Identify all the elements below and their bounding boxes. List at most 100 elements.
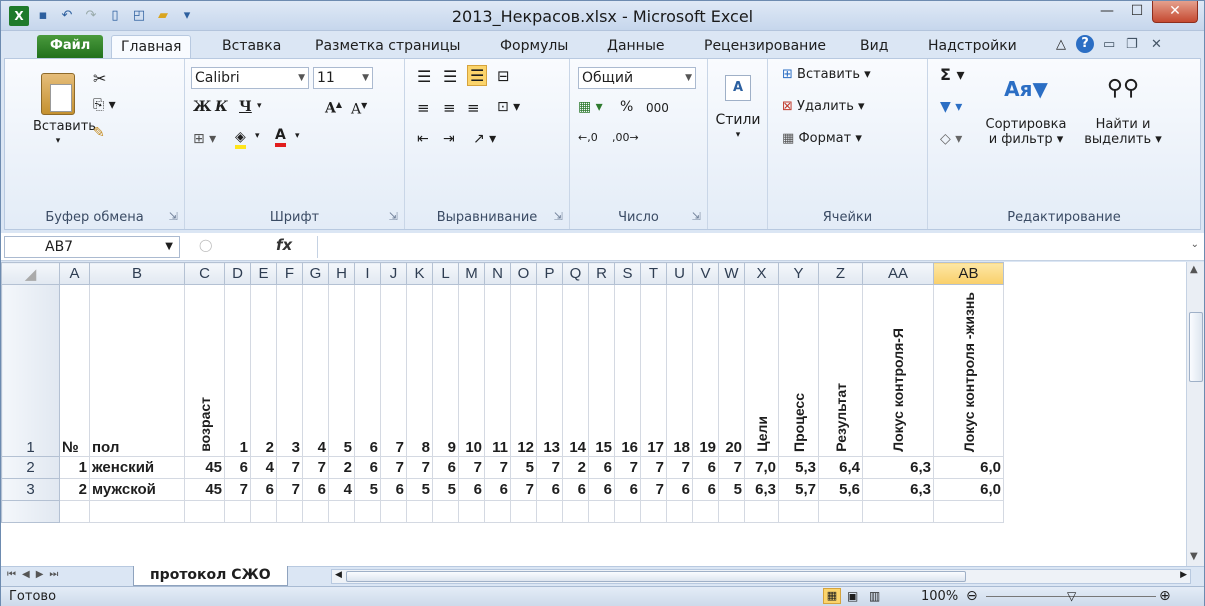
- vertical-scrollbar[interactable]: ▲ ▼: [1186, 262, 1204, 566]
- cell[interactable]: 7: [718, 456, 745, 479]
- column-header-f[interactable]: F: [276, 262, 303, 285]
- cell[interactable]: [818, 500, 863, 523]
- cell[interactable]: [328, 500, 355, 523]
- insert-function-button[interactable]: fx: [276, 236, 292, 254]
- column-header-ab[interactable]: AB: [933, 262, 1004, 285]
- delete-cells-button[interactable]: ⊠ Удалить ▾: [782, 99, 865, 114]
- cell[interactable]: 5,7: [778, 478, 819, 501]
- cell[interactable]: 7: [640, 456, 667, 479]
- page-break-view-icon[interactable]: ▥: [869, 587, 880, 606]
- cell[interactable]: [778, 500, 819, 523]
- cell[interactable]: [458, 500, 485, 523]
- cell[interactable]: 6,3: [744, 478, 779, 501]
- cell[interactable]: 7: [276, 478, 303, 501]
- minimize-button[interactable]: —: [1092, 1, 1122, 23]
- column-header-q[interactable]: Q: [562, 262, 589, 285]
- cell[interactable]: женский: [89, 456, 185, 479]
- cell[interactable]: 19: [692, 284, 719, 457]
- cell[interactable]: 6,0: [933, 456, 1004, 479]
- horizontal-scrollbar[interactable]: ◀ ▶: [331, 569, 1191, 584]
- cell[interactable]: 9: [432, 284, 459, 457]
- help-icon[interactable]: ?: [1076, 35, 1094, 53]
- currency-format-icon[interactable]: ▦ ▾: [578, 99, 603, 115]
- row-header[interactable]: 1: [1, 284, 60, 457]
- cancel-entry-icon[interactable]: ◯: [199, 238, 212, 252]
- cell[interactable]: 6: [692, 478, 719, 501]
- format-painter-icon[interactable]: ✎: [93, 125, 105, 141]
- cell[interactable]: [536, 500, 563, 523]
- underline-button[interactable]: Ч: [239, 99, 252, 115]
- select-all-corner[interactable]: ◢: [1, 262, 60, 285]
- cell[interactable]: мужской: [89, 478, 185, 501]
- column-header-l[interactable]: L: [432, 262, 459, 285]
- cell[interactable]: Процесс: [778, 284, 819, 457]
- cell[interactable]: 2: [250, 284, 277, 457]
- cell[interactable]: 6: [588, 478, 615, 501]
- workbook-close-icon[interactable]: ✕: [1151, 37, 1162, 52]
- column-header-g[interactable]: G: [302, 262, 329, 285]
- cell[interactable]: 6: [614, 478, 641, 501]
- comma-style-button[interactable]: 000: [646, 101, 669, 115]
- cell[interactable]: 1: [59, 456, 90, 479]
- expand-formula-bar-icon[interactable]: ⌄: [1191, 239, 1199, 250]
- merge-center-icon[interactable]: ⊡ ▾: [497, 99, 520, 115]
- tab-insert[interactable]: Вставка: [213, 35, 290, 59]
- italic-button[interactable]: К: [215, 99, 228, 115]
- cell[interactable]: [406, 500, 433, 523]
- cell[interactable]: 11: [484, 284, 511, 457]
- close-button[interactable]: ✕: [1152, 1, 1198, 23]
- cell[interactable]: [432, 500, 459, 523]
- zoom-out-icon[interactable]: ⊖: [966, 587, 978, 606]
- cell[interactable]: [640, 500, 667, 523]
- font-name-combo[interactable]: Calibri ▼: [191, 67, 309, 89]
- paste-button[interactable]: Вставить ▾: [33, 73, 96, 149]
- normal-view-icon[interactable]: ▦: [823, 588, 841, 604]
- column-header-aa[interactable]: AA: [862, 262, 934, 285]
- cell[interactable]: 5,3: [778, 456, 819, 479]
- cell[interactable]: 3: [276, 284, 303, 457]
- increase-decimal-icon[interactable]: ←,0: [578, 131, 598, 144]
- cell[interactable]: Результат: [818, 284, 863, 457]
- cell[interactable]: 18: [666, 284, 693, 457]
- cell[interactable]: 2: [59, 478, 90, 501]
- cell[interactable]: 4: [302, 284, 329, 457]
- orientation-icon[interactable]: ↗ ▾: [473, 131, 496, 147]
- underline-dropdown-icon[interactable]: ▾: [257, 101, 262, 111]
- scroll-right-icon[interactable]: ▶: [1180, 570, 1187, 580]
- tab-formulas[interactable]: Формулы: [491, 35, 577, 59]
- cell[interactable]: 7: [302, 456, 329, 479]
- decrease-indent-icon[interactable]: ⇤: [417, 131, 429, 147]
- name-box-dropdown-icon[interactable]: ▼: [165, 237, 173, 257]
- maximize-button[interactable]: ☐: [1122, 1, 1152, 23]
- format-cells-button[interactable]: ▦ Формат ▾: [782, 131, 862, 146]
- cell[interactable]: [588, 500, 615, 523]
- align-bottom-icon[interactable]: ☰: [467, 65, 488, 86]
- cell[interactable]: 6,0: [933, 478, 1004, 501]
- tab-data[interactable]: Данные: [598, 35, 674, 59]
- copy-icon[interactable]: ⎘ ▾: [93, 97, 116, 113]
- cell[interactable]: 5: [406, 478, 433, 501]
- name-box[interactable]: AB7 ▼: [4, 236, 180, 258]
- minimize-ribbon-icon[interactable]: △: [1056, 37, 1066, 52]
- autosum-icon[interactable]: Σ ▾: [940, 65, 965, 84]
- column-header-b[interactable]: B: [89, 262, 185, 285]
- cell[interactable]: 1: [224, 284, 251, 457]
- zoom-slider-thumb[interactable]: ▽: [1067, 587, 1076, 606]
- sheet-navigation-icons[interactable]: ⏮◀▶⏭: [7, 569, 64, 580]
- cell[interactable]: 6: [354, 456, 381, 479]
- tab-page-layout[interactable]: Разметка страницы: [306, 35, 469, 59]
- cell[interactable]: [692, 500, 719, 523]
- cell[interactable]: 13: [536, 284, 563, 457]
- cell[interactable]: 7: [276, 456, 303, 479]
- cell[interactable]: [862, 500, 934, 523]
- find-select-button[interactable]: ⚲⚲ Найти и выделить ▾: [1078, 67, 1168, 147]
- cell[interactable]: 6: [484, 478, 511, 501]
- column-header-m[interactable]: M: [458, 262, 485, 285]
- cut-icon[interactable]: ✂: [93, 69, 106, 88]
- cell[interactable]: 5,6: [818, 478, 863, 501]
- cell[interactable]: 6: [562, 478, 589, 501]
- cell[interactable]: 7: [614, 456, 641, 479]
- column-header-a[interactable]: A: [59, 262, 90, 285]
- tab-file[interactable]: Файл: [37, 35, 104, 59]
- scroll-down-icon[interactable]: ▼: [1190, 551, 1198, 562]
